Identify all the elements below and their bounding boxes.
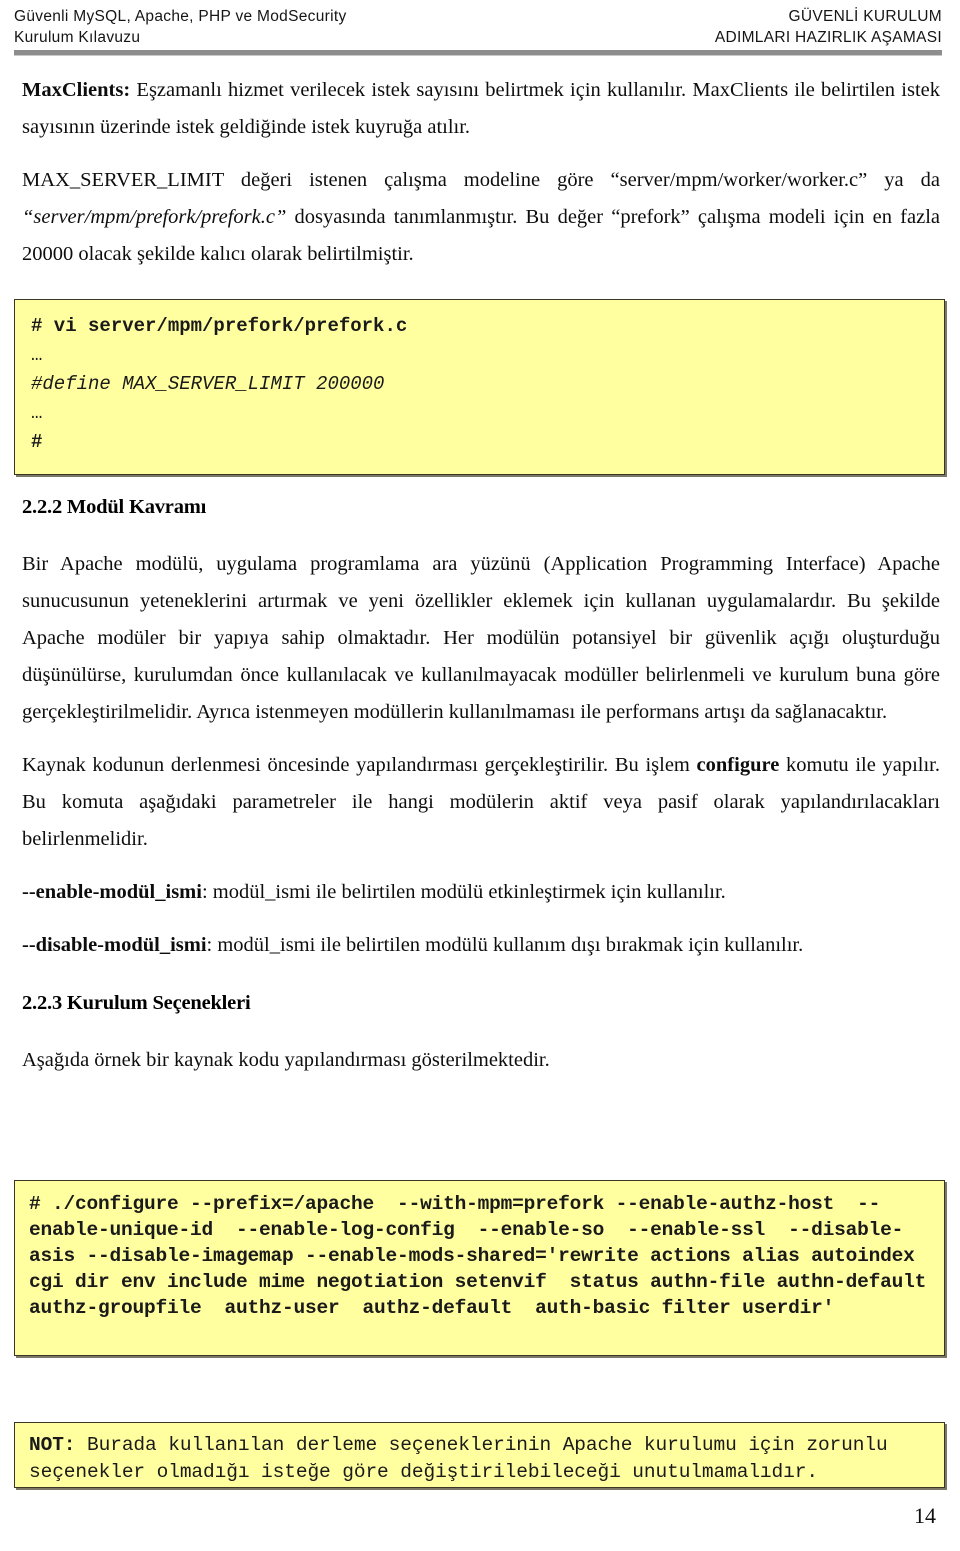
paragraph-install-options-intro: Aşağıda örnek bir kaynak kodu yapılandır…: [22, 1049, 550, 1071]
code-line-configure-command: # ./configure --prefix=/apache --with-mp…: [29, 1193, 950, 1319]
configure-text-a: Kaynak kodunun derlenmesi öncesinde yapı…: [22, 754, 697, 776]
paragraph-max-server-limit: MAX_SERVER_LIMIT değeri istenen çalışma …: [22, 162, 940, 273]
code-block-configure: # ./configure --prefix=/apache --with-mp…: [14, 1180, 945, 1356]
note-content: NOT: Burada kullanılan derleme seçenekle…: [29, 1432, 930, 1486]
code-block-prefork: # vi server/mpm/prefork/prefork.c … #def…: [14, 299, 945, 475]
heading-2-2-2: 2.2.2 Modül Kavramı: [22, 496, 207, 518]
header-row-1: Güvenli MySQL, Apache, PHP ve ModSecurit…: [14, 6, 942, 27]
header-title-right-line1: GÜVENLİ KURULUM: [788, 8, 942, 25]
max-server-limit-text-a: MAX_SERVER_LIMIT değeri istenen çalışma …: [22, 169, 940, 191]
enable-option-flag: --enable-modül_ismi: [22, 881, 202, 903]
paragraph-configure: Kaynak kodunun derlenmesi öncesinde yapı…: [22, 747, 940, 858]
disable-option-desc: : modül_ismi ile belirtilen modülü kulla…: [206, 934, 804, 956]
enable-option-desc: : modül_ismi ile belirtilen modülü etkin…: [201, 881, 726, 903]
paragraph-maxclients: MaxClients: Eşzamanlı hizmet verilecek i…: [22, 72, 940, 146]
note-label: NOT:: [29, 1434, 76, 1456]
header-title-left-line1: Güvenli MySQL, Apache, PHP ve ModSecurit…: [14, 8, 347, 25]
maxclients-text: Eşzamanlı hizmet verilecek istek sayısın…: [22, 79, 940, 138]
prefork-path-italic: “server/mpm/prefork/prefork.c”: [22, 206, 287, 228]
header-title-right-line2: ADIMLARI HAZIRLIK AŞAMASI: [714, 29, 942, 46]
note-block: NOT: Burada kullanılan derleme seçenekle…: [14, 1422, 945, 1488]
paragraph-enable-option: --enable-modül_ismi: modül_ismi ile beli…: [22, 874, 940, 911]
code-line-vi-command: # vi server/mpm/prefork/prefork.c: [31, 315, 408, 337]
header-divider: [14, 50, 942, 56]
paragraph-disable-option: --disable-modül_ismi: modül_ismi ile bel…: [22, 927, 940, 964]
page-number: 14: [914, 1503, 936, 1528]
document-body-top: MaxClients: Eşzamanlı hizmet verilecek i…: [22, 72, 940, 273]
page-header: Güvenli MySQL, Apache, PHP ve ModSecurit…: [14, 6, 942, 48]
code-line-ellipsis-2: …: [31, 402, 44, 424]
header-row-2: Kurulum Kılavuzu ADIMLARI HAZIRLIK AŞAMA…: [14, 27, 942, 48]
code-line-ellipsis-1: …: [31, 344, 44, 366]
code-line-define-max-server-limit: #define MAX_SERVER_LIMIT 200000: [31, 373, 385, 395]
header-title-left-line2: Kurulum Kılavuzu: [14, 29, 141, 46]
heading-2-2-3: 2.2.3 Kurulum Seçenekleri: [22, 992, 251, 1014]
document-page: Güvenli MySQL, Apache, PHP ve ModSecurit…: [0, 0, 960, 1551]
note-text: Burada kullanılan derleme seçeneklerinin…: [29, 1434, 900, 1483]
maxclients-label: MaxClients:: [22, 79, 131, 101]
configure-keyword: configure: [696, 754, 780, 776]
document-body-middle: 2.2.2 Modül Kavramı Bir Apache modülü, u…: [22, 492, 940, 1079]
paragraph-module-concept: Bir Apache modülü, uygulama programlama …: [22, 553, 940, 723]
code-line-prompt: #: [31, 431, 43, 453]
disable-option-flag: --disable-modül_ismi: [22, 934, 207, 956]
